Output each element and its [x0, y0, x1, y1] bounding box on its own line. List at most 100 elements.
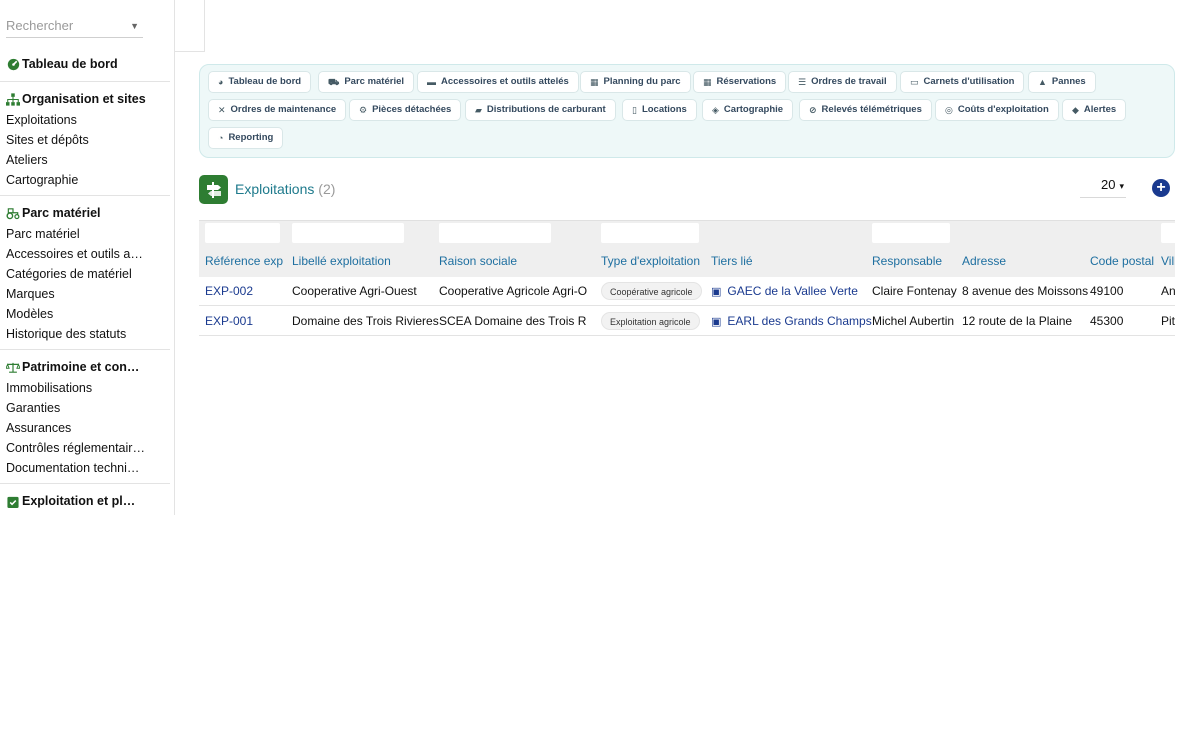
tab-carnets-utilisation[interactable]: ▭ Carnets d'utilisation [900, 71, 1025, 93]
divider [0, 195, 170, 196]
page-title: Exploitations (2) [235, 181, 336, 197]
tab-alertes[interactable]: ◆ Alertes [1062, 99, 1127, 121]
building-icon: ▣ [711, 286, 722, 298]
filter-input-type[interactable] [601, 223, 699, 243]
column-header-reference[interactable]: Référence exploitation [205, 254, 283, 268]
sidebar-group-exploitation-planification: Exploitation et planification [0, 490, 174, 512]
satellite-icon: ⊘ [809, 105, 817, 115]
column-header-responsable[interactable]: Responsable [872, 254, 942, 268]
tab-tableau-de-bord[interactable]: ◕ Tableau de bord [208, 71, 312, 93]
tab-couts-exploitation[interactable]: ◎ Coûts d'exploitation [935, 99, 1059, 121]
sidebar-item-modeles[interactable]: Modèles [0, 304, 145, 324]
column-header-libelle[interactable]: Libellé exploitation [292, 254, 391, 268]
cell-reference[interactable]: EXP-002 [205, 277, 253, 306]
cell-raison-sociale: Cooperative Agricole Agri-Ouest [439, 284, 587, 298]
cell-type: Exploitation agricole [601, 307, 700, 336]
chart-pie-icon: ◔ [218, 133, 224, 143]
sidebar-item-immobilisations[interactable]: Immobilisations [0, 378, 145, 398]
sidebar-item-historique-statuts[interactable]: Historique des statuts [0, 324, 145, 344]
calendar-check-icon [6, 494, 20, 508]
page-size-select[interactable]: 20 ▾ [1080, 177, 1126, 198]
sidebar-group-header[interactable]: Parc matériel [0, 202, 174, 224]
tab-ordres-travail[interactable]: ☰ Ordres de travail [788, 71, 897, 93]
chevron-down-icon: ▾ [1119, 181, 1124, 191]
coins-icon: ◎ [945, 105, 953, 115]
column-header-adresse[interactable]: Adresse [962, 254, 1006, 268]
table-row[interactable]: EXP-002 Cooperative Agri-Ouest Cooperati… [199, 277, 1175, 306]
sidebar-item-ateliers[interactable]: Ateliers [0, 150, 145, 170]
add-record-button[interactable]: + [1152, 179, 1170, 197]
cell-code-postal: 49100 [1090, 284, 1124, 298]
cell-adresse: 12 route de la Plaine [962, 314, 1073, 328]
sidebar-item-assurances[interactable]: Assurances [0, 418, 145, 438]
module-nav: ◕ Tableau de bord ⛟ Parc matériel ▬ Accesso… [199, 64, 1175, 158]
cell-reference[interactable]: EXP-001 [205, 307, 253, 336]
filter-input-responsable[interactable] [872, 223, 950, 243]
column-header-type[interactable]: Type d'exploitation [601, 254, 700, 268]
filter-input-ville[interactable] [1161, 223, 1175, 243]
chevron-down-icon[interactable]: ▼ [130, 14, 139, 38]
cell-ville: Pithiviers [1161, 314, 1175, 328]
tab-distributions-carburant[interactable]: ▰ Distributions de carburant [465, 99, 616, 121]
bell-icon: ◆ [1072, 105, 1079, 115]
sidebar-item-accessoires[interactable]: Accessoires et outils attelés [0, 244, 145, 264]
balance-scale-icon [6, 360, 20, 374]
sidebar-group-parc-materiel: Parc matériel Parc matériel Accessoires … [0, 202, 174, 344]
filter-input-libelle[interactable] [292, 223, 404, 243]
type-badge: Exploitation agricole [601, 312, 700, 330]
tab-ordres-maintenance[interactable]: ✕ Ordres de maintenance [208, 99, 347, 121]
cell-ville: Angers [1161, 284, 1175, 298]
tab-pieces-detachees[interactable]: ⚙ Pièces détachées [349, 99, 462, 121]
table-row[interactable]: EXP-001 Domaine des Trois Rivieres SCEA … [199, 307, 1175, 336]
file-contract-icon: ▯ [632, 105, 637, 115]
cell-tiers[interactable]: ▣ GAEC de la Vallee Verte [711, 277, 858, 306]
tab-locations[interactable]: ▯ Locations [622, 99, 697, 121]
sidebar-item-exploitations[interactable]: Exploitations [0, 110, 145, 130]
sidebar-item-documentation[interactable]: Documentation technique [0, 458, 145, 478]
tab-releves-telemetriques[interactable]: ⊘ Relevés télémétriques [799, 99, 932, 121]
column-header-ville[interactable]: Ville [1161, 254, 1175, 268]
tab-reporting[interactable]: ◔ Reporting [208, 127, 284, 149]
column-header-code-postal[interactable]: Code postal [1090, 254, 1154, 268]
tab-cartographie[interactable]: ◈ Cartographie [702, 99, 794, 121]
trailer-icon: ▬ [427, 77, 436, 87]
cell-type: Coopérative agricole [601, 277, 702, 306]
sidebar-group-header[interactable]: Tableau de bord [0, 53, 174, 75]
sidebar-group-header[interactable]: Exploitation et planification [0, 490, 174, 512]
gauge-icon [6, 57, 20, 71]
topbar-blank [175, 0, 205, 52]
sidebar-item-sites-depots[interactable]: Sites et dépôts [0, 130, 145, 150]
tab-pannes[interactable]: ▲ Pannes [1028, 71, 1096, 93]
cell-responsable: Michel Aubertin [872, 314, 955, 328]
warning-icon: ▲ [1038, 77, 1047, 87]
list-icon: ☰ [798, 77, 807, 87]
sidebar-item-cartographie[interactable]: Cartographie [0, 170, 145, 190]
column-header-raison-sociale[interactable]: Raison sociale [439, 254, 517, 268]
sidebar-item-controles[interactable]: Contrôles réglementaires [0, 438, 145, 458]
search-input[interactable]: Rechercher ▼ [6, 14, 143, 38]
tab-accessoires[interactable]: ▬ Accessoires et outils attelés [417, 71, 579, 93]
cell-libelle: Domaine des Trois Rivieres [292, 314, 439, 328]
sidebar-item-categories[interactable]: Catégories de matériel [0, 264, 145, 284]
sidebar-item-marques[interactable]: Marques [0, 284, 145, 304]
tab-parc-materiel[interactable]: ⛟ Parc matériel [318, 71, 415, 93]
filter-input-raison-sociale[interactable] [439, 223, 551, 243]
filter-input-reference[interactable] [205, 223, 280, 243]
gauge-icon: ◕ [218, 77, 224, 87]
sidebar: Rechercher ▼ Tableau de bord Organisatio… [0, 0, 175, 515]
cell-adresse: 8 avenue des Moissons [962, 284, 1089, 298]
sidebar-group-header[interactable]: Patrimoine et conformité [0, 356, 174, 378]
divider [0, 349, 170, 350]
column-header-tiers[interactable]: Tiers lié [711, 254, 753, 268]
sidebar-group-tableau-de-bord[interactable]: Tableau de bord [0, 53, 174, 75]
sidebar-group-header[interactable]: Organisation et sites [0, 88, 174, 110]
table-header: Référence exploitation Libellé exploitat… [199, 220, 1175, 277]
calendar-check-icon: ▦ [703, 77, 712, 87]
cell-tiers[interactable]: ▣ EARL des Grands Champs [711, 307, 872, 336]
sidebar-item-garanties[interactable]: Garanties [0, 398, 145, 418]
cell-responsable: Claire Fontenay [872, 284, 957, 298]
app: Rechercher ▼ Tableau de bord Organisatio… [0, 0, 1200, 743]
tab-planning-parc[interactable]: ▦ Planning du parc [580, 71, 691, 93]
sidebar-item-parc-materiel[interactable]: Parc matériel [0, 224, 145, 244]
tab-reservations[interactable]: ▦ Réservations [693, 71, 787, 93]
